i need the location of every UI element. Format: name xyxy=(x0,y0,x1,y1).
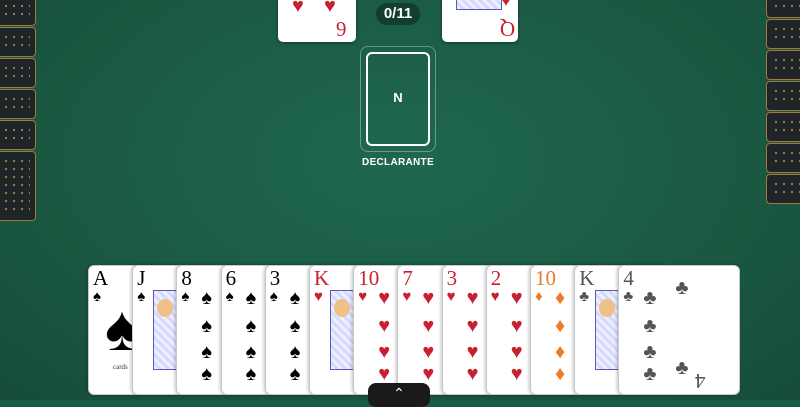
card-back xyxy=(766,50,800,80)
hand-card[interactable]: 4 ♣ ♣ ♣ ♣ ♣ ♣ ♣ 4 xyxy=(618,265,741,395)
card-back xyxy=(0,0,36,26)
card-rank: 2 xyxy=(490,266,502,290)
card-pip: ♥ xyxy=(466,341,479,363)
card-rank-bottom: 4 xyxy=(695,369,706,393)
card-rank: 7 xyxy=(402,266,413,290)
card-pip: ♠ xyxy=(289,341,301,363)
card-pip: ♣ xyxy=(675,357,689,379)
card-pip: ♠ xyxy=(289,287,301,309)
card-pip: ♠ xyxy=(245,315,257,337)
card-pip: ♥ xyxy=(422,341,435,363)
card-pip: ♥ xyxy=(466,315,479,337)
court-figure xyxy=(595,290,622,370)
card-rank: 10 xyxy=(358,266,380,290)
card-pip: ♠ xyxy=(245,363,257,385)
card-suit: ♥ xyxy=(446,288,456,305)
card-pip: ♠ xyxy=(289,363,301,385)
card-pip: ♣ xyxy=(643,363,657,385)
card-suit: ♦ xyxy=(535,288,543,305)
card-suit: ♠ xyxy=(137,288,146,305)
card-rank: 6 xyxy=(336,17,347,41)
card-pip: ♥ xyxy=(422,363,435,385)
card-back xyxy=(766,0,800,18)
card-suit: ♥ xyxy=(490,288,500,305)
card-rank: 10 xyxy=(535,266,556,290)
card-rank: J xyxy=(137,266,146,290)
card-pip: ♥ xyxy=(422,315,435,337)
card-pip: ♦ xyxy=(555,315,566,337)
card-back xyxy=(766,143,800,173)
card-pip: ♠ xyxy=(201,341,213,363)
card-pip: ♠ xyxy=(289,315,301,337)
card-pip: ♥ xyxy=(378,287,391,309)
card-suit: ♥ xyxy=(358,288,368,305)
card-pip: ♣ xyxy=(675,277,689,299)
card-pip: ♥ xyxy=(510,287,523,309)
card-pip: ♥ xyxy=(510,363,523,385)
card-back xyxy=(0,89,36,119)
card-back xyxy=(0,151,36,221)
card-rank: 3 xyxy=(446,266,458,290)
card-brand-text: cards xyxy=(113,363,128,371)
card-suit: ♠ xyxy=(93,288,101,305)
card-back xyxy=(0,58,36,88)
declarer-seat-letter: N xyxy=(393,90,403,105)
court-figure xyxy=(456,0,502,10)
card-rank: 6 xyxy=(225,266,237,290)
card-rank: 4 xyxy=(623,266,634,290)
card-pip: ♥ xyxy=(510,341,523,363)
card-pip: ♥ xyxy=(292,0,304,17)
card-pip: ♥ xyxy=(466,363,479,385)
played-card-right: ♥ Q xyxy=(442,0,518,42)
card-back xyxy=(766,81,800,111)
card-back xyxy=(0,27,36,57)
card-rank: 8 xyxy=(181,266,192,290)
card-pip: ♥ xyxy=(378,363,391,385)
card-back xyxy=(766,19,800,49)
card-pip: ♠ xyxy=(245,341,257,363)
court-figure xyxy=(330,290,356,370)
card-suit: ♠ xyxy=(269,288,278,305)
trick-counter: 0/11 xyxy=(376,3,420,25)
card-back xyxy=(0,120,36,150)
card-suit: ♣ xyxy=(579,288,590,305)
court-figure xyxy=(153,290,180,370)
card-rank: Q xyxy=(500,17,516,41)
card-pip: ♣ xyxy=(643,341,657,363)
card-pip: ♥ xyxy=(422,287,435,309)
card-pip: ♥ xyxy=(378,315,391,337)
card-pip: ♥ xyxy=(466,287,479,309)
card-pip: ♠ xyxy=(245,287,257,309)
card-pip: ♣ xyxy=(643,315,657,337)
played-card-left: ♥♥♥♥6 xyxy=(278,0,356,42)
chevron-up-icon[interactable]: ⌃ xyxy=(368,383,430,407)
card-pip: ♥ xyxy=(378,341,391,363)
card-pip: ♦ xyxy=(555,287,566,309)
card-pip: ♣ xyxy=(643,287,657,309)
card-pip: ♥ xyxy=(500,0,512,11)
card-pip: ♦ xyxy=(555,341,566,363)
card-back xyxy=(766,174,800,204)
declarer-caption: DECLARANTE xyxy=(362,157,434,168)
card-pip: ♠ xyxy=(201,287,213,309)
card-suit: ♠ xyxy=(181,288,190,305)
card-rank: K xyxy=(314,266,330,290)
card-pip: ♥ xyxy=(324,0,336,17)
card-pip: ♠ xyxy=(201,363,213,385)
card-pip: ♥ xyxy=(510,315,523,337)
card-rank: K xyxy=(579,266,595,290)
card-rank: 3 xyxy=(269,266,281,290)
card-back xyxy=(766,112,800,142)
card-pip: ♠ xyxy=(201,315,213,337)
card-suit: ♥ xyxy=(314,288,323,305)
card-suit: ♠ xyxy=(225,288,234,305)
card-suit: ♥ xyxy=(402,288,412,305)
card-suit: ♣ xyxy=(623,288,634,305)
card-rank: A xyxy=(93,266,109,290)
card-pip: ♦ xyxy=(555,363,566,385)
